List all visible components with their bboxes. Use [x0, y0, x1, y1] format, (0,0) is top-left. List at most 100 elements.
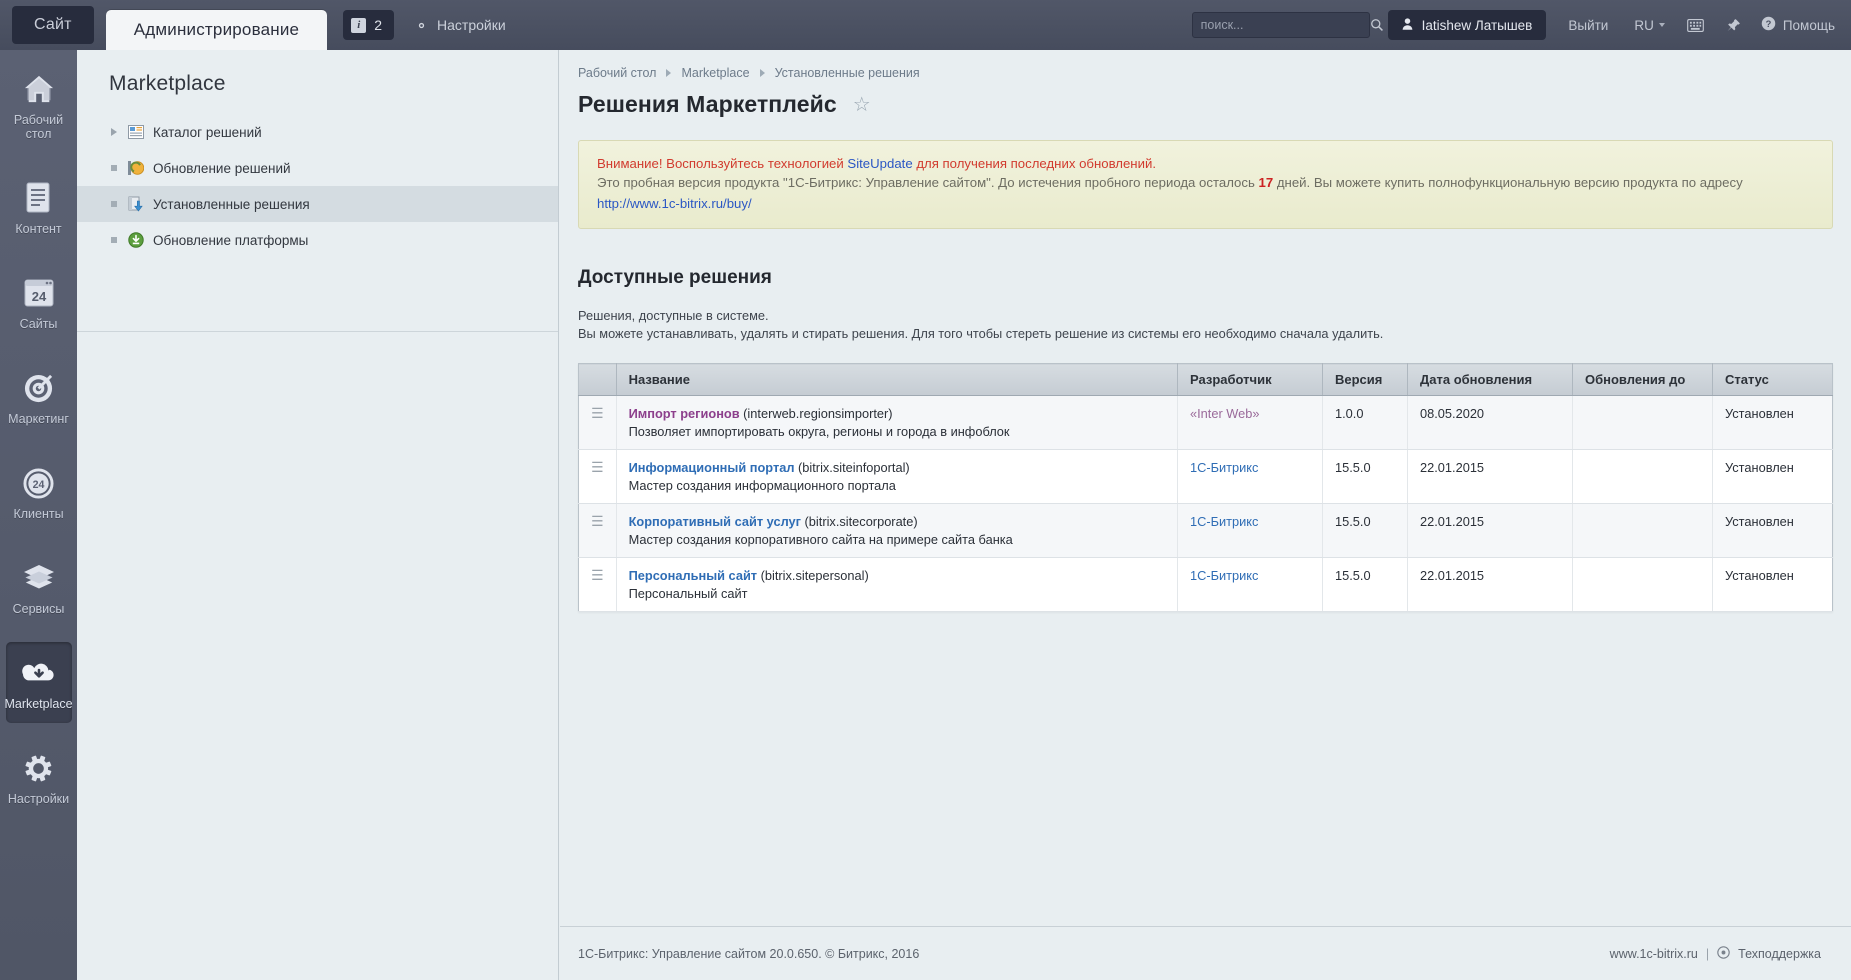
menu-item-installed-solutions[interactable]: Установленные решения: [77, 186, 558, 222]
search-input[interactable]: [1192, 18, 1370, 32]
menu-item-update-platform[interactable]: Обновление платформы: [77, 222, 558, 258]
keyboard-icon[interactable]: [1686, 18, 1704, 32]
breadcrumb-item-marketplace[interactable]: Marketplace: [681, 66, 749, 80]
column-header-developer[interactable]: Разработчик: [1177, 363, 1323, 396]
notifications-button[interactable]: i 2: [343, 10, 395, 40]
menu-divider: [77, 331, 558, 332]
notifications-count: 2: [374, 17, 383, 33]
drag-handle-icon[interactable]: ☰: [591, 405, 604, 421]
solution-description: Мастер создания информационного портала: [628, 478, 896, 493]
solutions-table: Название Разработчик Версия Дата обновле…: [578, 363, 1833, 612]
sidebar-item-content[interactable]: Контент: [0, 167, 77, 248]
developer-link[interactable]: 1С-Битрикс: [1190, 460, 1258, 475]
table-header-row: Название Разработчик Версия Дата обновле…: [578, 363, 1833, 396]
language-label: RU: [1634, 17, 1654, 33]
footer-site-link[interactable]: www.1c-bitrix.ru: [1610, 947, 1698, 961]
bullet-icon: [109, 164, 118, 173]
solution-name-link[interactable]: Корпоративный сайт услуг: [629, 514, 801, 529]
drag-handle-icon[interactable]: ☰: [591, 459, 604, 475]
column-header-updated[interactable]: Дата обновления: [1407, 363, 1573, 396]
row-drag-handle-cell[interactable]: ☰: [578, 449, 617, 504]
sidebar-item-label: Рабочий стол: [13, 113, 64, 141]
column-header-updates-until[interactable]: Обновления до: [1572, 363, 1713, 396]
menu-item-solutions-catalog[interactable]: Каталог решений: [77, 114, 558, 150]
section-title: Доступные решения: [578, 267, 772, 288]
menu-item-label: Обновление решений: [153, 160, 291, 176]
column-header-status[interactable]: Статус: [1712, 363, 1833, 396]
footer-support-link[interactable]: Техподдержка: [1738, 947, 1821, 961]
left-rail: Рабочий стол Контент 24 Сайты Маркетинг …: [0, 50, 77, 980]
table-row[interactable]: ☰ Корпоративный сайт услуг (bitrix.sitec…: [578, 503, 1833, 558]
developer-link[interactable]: 1С-Битрикс: [1190, 568, 1258, 583]
row-version-cell: 1.0.0: [1322, 395, 1408, 450]
row-updates-until-cell: [1572, 395, 1713, 450]
notice-line1-pre: Внимание! Воспользуйтесь технологией: [597, 156, 848, 171]
table-row[interactable]: ☰ Персональный сайт (bitrix.sitepersonal…: [578, 557, 1833, 612]
sidebar-item-services[interactable]: Сервисы: [0, 547, 77, 628]
search-box[interactable]: [1191, 12, 1383, 38]
table-row[interactable]: ☰ Информационный портал (bitrix.siteinfo…: [578, 449, 1833, 504]
row-updated-cell: 22.01.2015: [1407, 503, 1573, 558]
row-status-cell: Установлен: [1712, 449, 1833, 504]
logout-button[interactable]: Выйти: [1568, 18, 1608, 33]
drag-handle-icon[interactable]: ☰: [591, 513, 604, 529]
buy-link[interactable]: http://www.1c-bitrix.ru/buy/: [597, 194, 1816, 213]
developer-link[interactable]: «Inter Web»: [1190, 406, 1259, 421]
row-status-cell: Установлен: [1712, 395, 1833, 450]
developer-link[interactable]: 1С-Битрикс: [1190, 514, 1258, 529]
sidebar-item-marketing[interactable]: Маркетинг: [0, 357, 77, 438]
row-drag-handle-cell[interactable]: ☰: [578, 503, 617, 558]
table-body: ☰ Импорт регионов (interweb.regionsimpor…: [578, 395, 1833, 612]
column-header-drag[interactable]: [578, 363, 617, 396]
sidebar-item-clients[interactable]: 24 Клиенты: [0, 452, 77, 533]
menu-item-label: Каталог решений: [153, 124, 262, 140]
drag-handle-icon[interactable]: ☰: [591, 567, 604, 583]
row-drag-handle-cell[interactable]: ☰: [578, 395, 617, 450]
footer-separator: |: [1705, 946, 1710, 961]
solution-name-link[interactable]: Импорт регионов: [629, 406, 740, 421]
sidebar-item-marketplace[interactable]: Marketplace: [4, 642, 73, 723]
sidebar-item-desktop[interactable]: Рабочий стол: [0, 58, 77, 153]
row-updated-cell: 22.01.2015: [1407, 557, 1573, 612]
sidebar-item-label: Маркетинг: [8, 412, 69, 426]
solution-code: (bitrix.sitecorporate): [804, 514, 918, 529]
solution-description: Мастер создания корпоративного сайта на …: [628, 532, 1013, 547]
row-updated-cell: 22.01.2015: [1407, 449, 1573, 504]
update-solutions-icon: [127, 160, 144, 177]
breadcrumb-item-desktop[interactable]: Рабочий стол: [578, 66, 656, 80]
sidebar-item-sites[interactable]: 24 Сайты: [0, 262, 77, 343]
search-icon[interactable]: [1370, 18, 1384, 32]
tab-site[interactable]: Сайт: [12, 6, 94, 44]
topbar-settings-button[interactable]: Настройки: [414, 17, 506, 33]
page-footer: 1С-Битрикс: Управление сайтом 20.0.650. …: [560, 926, 1851, 980]
svg-text:?: ?: [1765, 19, 1771, 29]
column-header-name[interactable]: Название: [616, 363, 1179, 396]
sidebar-item-label: Сайты: [19, 317, 58, 331]
table-row[interactable]: ☰ Импорт регионов (interweb.regionsimpor…: [578, 395, 1833, 450]
language-selector[interactable]: RU: [1634, 18, 1665, 33]
help-button[interactable]: ? Помощь: [1761, 16, 1835, 34]
menu-item-label: Установленные решения: [153, 196, 310, 212]
menu-panel-title: Marketplace: [109, 72, 226, 95]
sidebar-item-label: Marketplace: [4, 697, 73, 711]
solution-name-link[interactable]: Персональный сайт: [629, 568, 758, 583]
footer-copyright: 1С-Битрикс: Управление сайтом 20.0.650. …: [578, 946, 920, 961]
layers-icon: [22, 561, 56, 595]
solution-name-link[interactable]: Информационный портал: [629, 460, 795, 475]
notice-line2-post: дней. Вы можете купить полнофункциональн…: [1273, 175, 1743, 190]
star-outline-icon[interactable]: ☆: [853, 95, 871, 115]
menu-item-update-solutions[interactable]: Обновление решений: [77, 150, 558, 186]
breadcrumb-item-installed[interactable]: Установленные решения: [775, 66, 920, 80]
solution-code: (bitrix.siteinfoportal): [798, 460, 910, 475]
tab-administration[interactable]: Администрирование: [105, 10, 328, 50]
page-title-row: Решения Маркетплейс ☆: [560, 80, 1851, 118]
row-drag-handle-cell[interactable]: ☰: [578, 557, 617, 612]
solution-code: (bitrix.sitepersonal): [760, 568, 869, 583]
top-bar: Сайт Администрирование i 2 Настройки Iat…: [0, 0, 1851, 50]
pin-icon[interactable]: [1726, 18, 1741, 33]
sidebar-item-settings[interactable]: Настройки: [0, 737, 77, 818]
column-header-version[interactable]: Версия: [1322, 363, 1408, 396]
siteupdate-link[interactable]: SiteUpdate: [847, 156, 912, 171]
row-status-cell: Установлен: [1712, 557, 1833, 612]
user-menu-button[interactable]: Iatishew Латышев: [1387, 10, 1547, 40]
